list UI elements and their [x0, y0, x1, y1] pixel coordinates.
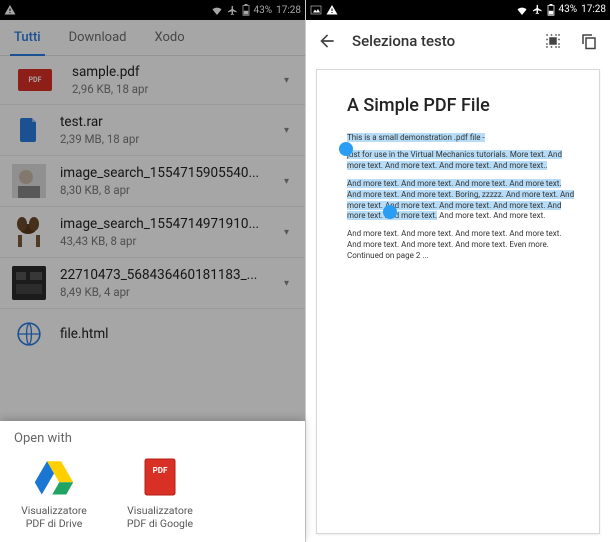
- file-name: test.rar: [60, 114, 278, 130]
- select-all-icon[interactable]: [542, 30, 564, 52]
- status-time: 17:28: [581, 4, 606, 15]
- pdf-icon: PDF: [18, 69, 52, 91]
- html-icon: [12, 317, 46, 351]
- file-info: image_search_1554714971910... 43,43 KB, …: [60, 216, 278, 248]
- file-meta: 2,39 MB, 18 apr: [60, 132, 278, 146]
- file-meta: 2,96 KB, 18 apr: [72, 82, 278, 96]
- file-name: 22710473_568436460181183_...: [60, 267, 278, 283]
- file-row[interactable]: image_search_1554714971910... 43,43 KB, …: [0, 207, 305, 258]
- file-row[interactable]: image_search_1554715905540... 8,30 KB, 8…: [0, 156, 305, 207]
- file-meta: 8,49 KB, 4 apr: [60, 285, 278, 299]
- file-row[interactable]: PDF sample.pdf 2,96 KB, 18 apr ▾: [0, 56, 305, 105]
- wifi-icon: [211, 5, 223, 15]
- tab-xodo[interactable]: Xodo: [140, 20, 198, 56]
- airplane-icon: [532, 4, 543, 15]
- selection-toolbar: Seleziona testo: [306, 20, 610, 61]
- app-label: Visualizzatore PDF di Google: [120, 504, 200, 530]
- toolbar-title: Seleziona testo: [352, 32, 528, 50]
- chevron-down-icon[interactable]: ▾: [278, 170, 295, 193]
- file-name: image_search_1554714971910...: [60, 216, 278, 232]
- file-row[interactable]: 22710473_568436460181183_... 8,49 KB, 4 …: [0, 258, 305, 309]
- file-info: image_search_1554715905540... 8,30 KB, 8…: [60, 165, 278, 197]
- pdf-viewer-pane: 43% 17:28 Seleziona testo A Simple PDF F…: [305, 0, 610, 542]
- airplane-icon: [227, 5, 238, 16]
- svg-text:PDF: PDF: [153, 466, 168, 475]
- battery-icon: [242, 4, 250, 16]
- status-bar-right: 43% 17:28: [306, 0, 610, 20]
- open-with-sheet: Open with Visualizzatore PDF di Drive PD…: [0, 421, 305, 542]
- pdf-paragraph: And more text. And more text. And more t…: [347, 179, 577, 222]
- app-drive-pdf-viewer[interactable]: Visualizzatore PDF di Drive: [14, 456, 94, 530]
- pdf-app-icon: PDF: [139, 456, 181, 498]
- sheet-title: Open with: [14, 431, 291, 446]
- file-meta: 43,43 KB, 8 apr: [60, 234, 278, 248]
- copy-icon[interactable]: [578, 30, 600, 52]
- image-thumbnail: [12, 164, 46, 198]
- chevron-down-icon[interactable]: ▾: [278, 272, 295, 295]
- battery-percent: 43%: [254, 5, 273, 16]
- chevron-down-icon[interactable]: ▾: [278, 119, 295, 142]
- file-row[interactable]: file.html: [0, 309, 305, 359]
- file-info: file.html: [60, 326, 295, 342]
- battery-percent: 43%: [559, 4, 578, 15]
- chevron-down-icon[interactable]: ▾: [278, 221, 295, 244]
- warning-icon: [4, 4, 16, 16]
- chevron-down-icon[interactable]: ▾: [278, 69, 295, 92]
- pdf-paragraph: just for use in the Virtual Mechanics tu…: [347, 150, 577, 172]
- app-google-pdf-viewer[interactable]: PDF Visualizzatore PDF di Google: [120, 456, 200, 530]
- image-thumbnail: [12, 266, 46, 300]
- archive-icon: [12, 113, 46, 147]
- file-browser-pane: 43% 17:28 Tutti Download Xodo PDF sample…: [0, 0, 305, 542]
- image-thumbnail: [12, 215, 46, 249]
- back-arrow-icon[interactable]: [316, 30, 338, 52]
- battery-icon: [547, 4, 555, 16]
- wifi-icon: [516, 5, 528, 15]
- status-bar-left: 43% 17:28: [0, 0, 305, 20]
- tab-bar: Tutti Download Xodo: [0, 20, 305, 56]
- file-name: sample.pdf: [72, 64, 278, 80]
- warning-icon: [326, 4, 338, 16]
- tab-tutti[interactable]: Tutti: [0, 20, 55, 56]
- file-name: image_search_1554715905540...: [60, 165, 278, 181]
- file-info: 22710473_568436460181183_... 8,49 KB, 4 …: [60, 267, 278, 299]
- file-row[interactable]: test.rar 2,39 MB, 18 apr ▾: [0, 105, 305, 156]
- file-name: file.html: [60, 326, 295, 342]
- pdf-page[interactable]: A Simple PDF File This is a small demons…: [316, 69, 600, 534]
- status-time: 17:28: [276, 5, 301, 16]
- pdf-title: A Simple PDF File: [347, 94, 577, 118]
- file-info: sample.pdf 2,96 KB, 18 apr: [72, 64, 278, 96]
- file-meta: 8,30 KB, 8 apr: [60, 183, 278, 197]
- file-info: test.rar 2,39 MB, 18 apr: [60, 114, 278, 146]
- tab-download[interactable]: Download: [55, 20, 141, 56]
- pdf-paragraph: This is a small demonstration .pdf file …: [347, 133, 577, 144]
- image-icon: [310, 4, 322, 16]
- drive-icon: [33, 456, 75, 498]
- app-chooser-row: Visualizzatore PDF di Drive PDF Visualiz…: [14, 456, 291, 530]
- pdf-paragraph: And more text. And more text. And more t…: [347, 229, 577, 261]
- app-label: Visualizzatore PDF di Drive: [14, 504, 94, 530]
